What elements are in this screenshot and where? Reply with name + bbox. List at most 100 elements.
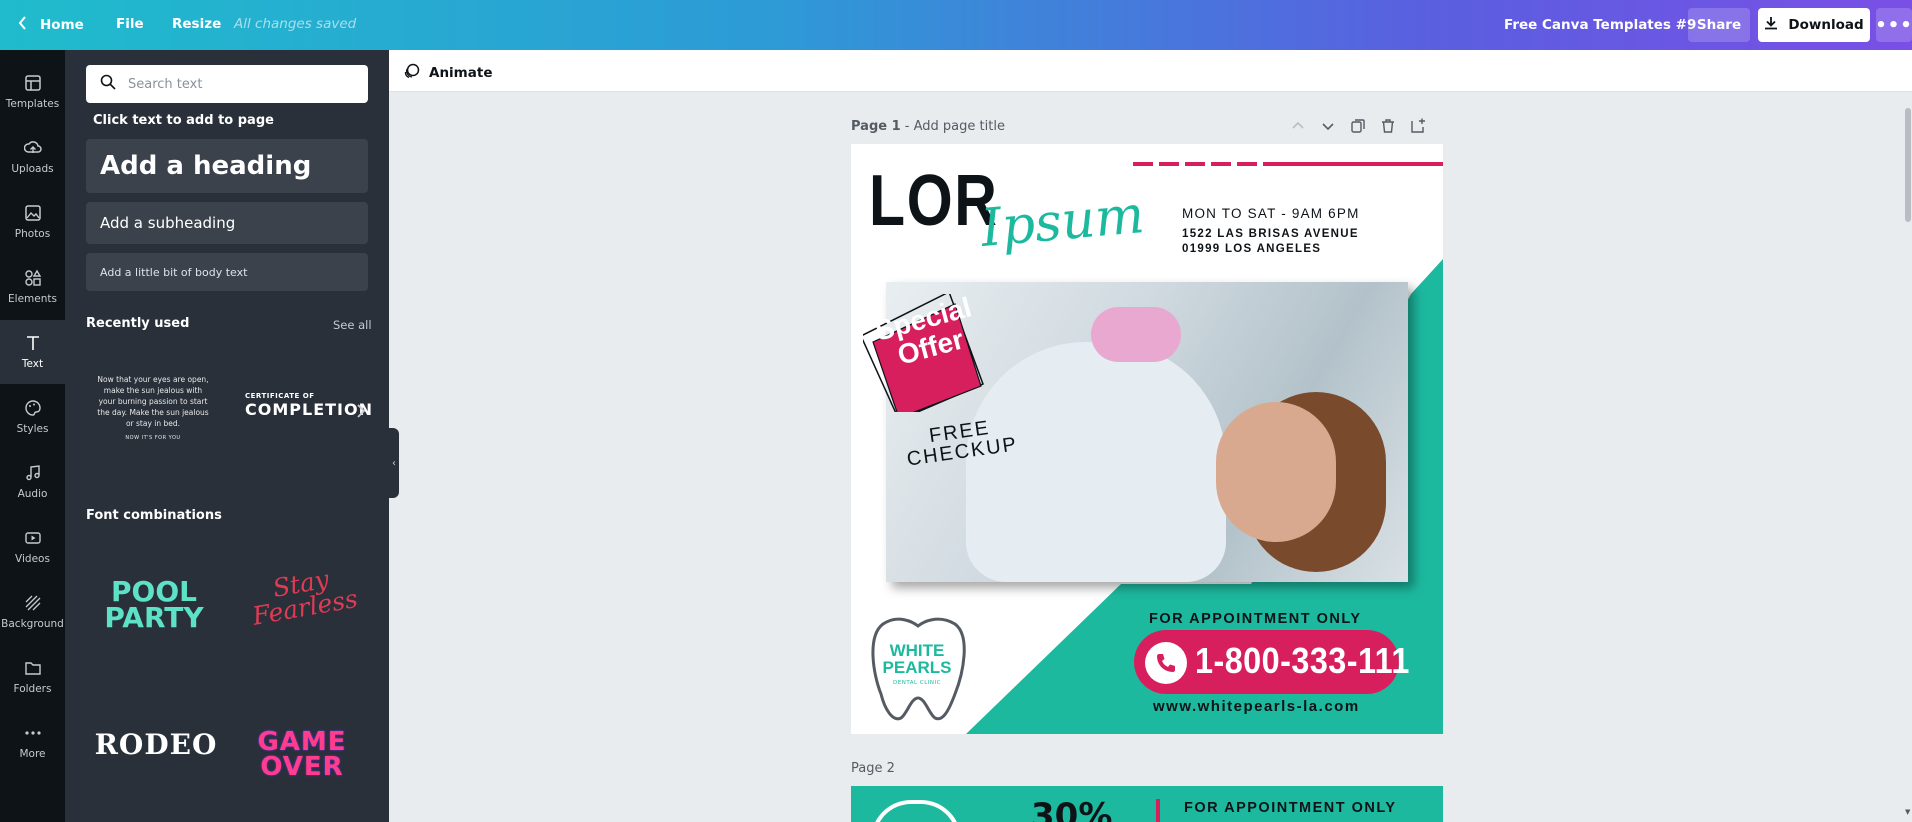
left-nav-rail: Templates Uploads Photos Elements Text S… xyxy=(0,50,65,822)
video-icon xyxy=(24,532,41,544)
file-menu[interactable]: File xyxy=(116,16,144,32)
save-status: All changes saved xyxy=(234,16,357,32)
add-page-title[interactable]: - Add page title xyxy=(905,119,1005,134)
rail-item-uploads[interactable]: Uploads xyxy=(0,125,65,189)
animate-icon xyxy=(403,62,421,84)
photo-dentist-figure xyxy=(966,342,1226,582)
rail-item-background[interactable]: Background xyxy=(0,580,65,644)
rail-label: Templates xyxy=(5,98,60,110)
rail-item-videos[interactable]: Videos xyxy=(0,515,65,579)
rail-label: Videos xyxy=(15,553,50,565)
address-line-1[interactable]: 1522 LAS BRISAS AVENUE xyxy=(1182,228,1359,240)
rail-label: Folders xyxy=(13,683,52,695)
folder-icon xyxy=(24,662,41,675)
rail-label: Photos xyxy=(14,228,51,240)
rail-item-more[interactable]: More xyxy=(0,710,65,774)
decorative-dash xyxy=(1185,162,1205,166)
rail-item-elements[interactable]: Elements xyxy=(0,255,65,319)
rail-label: Styles xyxy=(16,423,49,435)
design-title[interactable]: Free Canva Templates #9 xyxy=(1504,17,1696,33)
rail-label: Background xyxy=(1,618,64,630)
design-page-2[interactable]: 30% FOR APPOINTMENT ONLY xyxy=(851,786,1443,822)
tooth-logo-outline xyxy=(871,800,961,822)
upload-cloud-icon xyxy=(23,141,42,153)
rail-item-text[interactable]: Text xyxy=(0,320,65,384)
page2-divider xyxy=(1156,799,1160,822)
rail-label: More xyxy=(19,748,46,760)
chevron-left-icon xyxy=(18,15,28,34)
trash-icon[interactable] xyxy=(1380,118,1396,134)
appointment-text[interactable]: FOR APPOINTMENT ONLY xyxy=(1149,611,1362,627)
font-combo-game-over[interactable]: GAME OVER xyxy=(243,729,361,780)
duplicate-page-icon[interactable] xyxy=(1350,118,1366,134)
vertical-scrollbar[interactable] xyxy=(1905,108,1911,222)
rail-item-styles[interactable]: Styles xyxy=(0,385,65,449)
recently-used-heading: Recently used xyxy=(86,316,190,331)
font-combo-rodeo[interactable]: RODEO xyxy=(93,728,219,761)
chevron-up-icon[interactable] xyxy=(1290,118,1306,134)
image-icon xyxy=(24,205,41,221)
recent-text-template-1[interactable]: Now that your eyes are open, make the su… xyxy=(95,375,211,457)
recent-text-template-2[interactable]: CERTIFICATE OF COMPLETION xyxy=(245,392,372,432)
templates-icon xyxy=(24,75,41,91)
search-placeholder: Search text xyxy=(128,76,203,92)
rail-item-folders[interactable]: Folders xyxy=(0,645,65,709)
page-tools xyxy=(1290,118,1426,134)
chevron-down-icon[interactable] xyxy=(1320,118,1336,134)
decorative-dash xyxy=(1211,162,1231,166)
website-url[interactable]: www.whitepearls-la.com xyxy=(1153,698,1360,715)
hatch-icon xyxy=(25,595,40,611)
add-page-icon[interactable] xyxy=(1410,118,1426,134)
page2-appointment-text[interactable]: FOR APPOINTMENT ONLY xyxy=(1184,800,1397,816)
add-body-text-button[interactable]: Add a little bit of body text xyxy=(86,253,368,291)
add-heading-button[interactable]: Add a heading xyxy=(86,139,368,193)
rail-item-audio[interactable]: Audio xyxy=(0,450,65,514)
share-button[interactable]: Share xyxy=(1688,8,1750,42)
decorative-line xyxy=(1263,162,1443,166)
page-1-header: Page 1 - Add page title xyxy=(851,119,1005,134)
text-panel: Search text Click text to add to page Ad… xyxy=(65,50,389,822)
chevron-left-icon: ‹ xyxy=(392,457,396,469)
photo-patient-face xyxy=(1216,402,1336,542)
logo-text: WHITE PEARLS xyxy=(882,641,952,677)
animate-label: Animate xyxy=(429,65,493,81)
opening-hours[interactable]: MON TO SAT - 9AM 6PM xyxy=(1182,206,1360,221)
rail-label: Audio xyxy=(17,488,48,500)
rail-item-photos[interactable]: Photos xyxy=(0,190,65,254)
download-icon xyxy=(1764,16,1778,34)
chevron-right-icon[interactable] xyxy=(356,403,366,423)
phone-number[interactable]: 1-800-333-111 xyxy=(1195,640,1410,682)
address-line-2[interactable]: 01999 LOS ANGELES xyxy=(1182,243,1321,255)
font-combo-stay-fearless[interactable]: Stay Fearless xyxy=(242,562,364,631)
rail-label: Uploads xyxy=(11,163,54,175)
text-t-icon xyxy=(26,336,39,350)
top-bar: Home File Resize All changes saved Free … xyxy=(0,0,1912,50)
shapes-icon xyxy=(24,269,41,286)
scroll-down-arrow-icon[interactable]: ▼ xyxy=(1905,808,1910,816)
see-all-link[interactable]: See all xyxy=(333,318,372,332)
page-2-label: Page 2 xyxy=(851,761,895,776)
page2-percent[interactable]: 30% xyxy=(1031,796,1112,822)
font-combo-pool-party[interactable]: POOL PARTY xyxy=(91,578,217,631)
music-note-icon xyxy=(25,465,40,481)
context-toolbar: Animate xyxy=(389,50,1912,92)
resize-menu[interactable]: Resize xyxy=(172,16,221,32)
home-button[interactable]: Home xyxy=(18,15,84,34)
design-page-1[interactable]: LOR Ipsum MON TO SAT - 9AM 6PM 1522 LAS … xyxy=(851,144,1443,734)
rail-item-templates[interactable]: Templates xyxy=(0,60,65,124)
rail-label: Text xyxy=(21,358,44,370)
more-dots-icon: ••• xyxy=(1875,14,1912,36)
more-options-button[interactable]: ••• xyxy=(1875,8,1912,42)
page-1-label: Page 1 xyxy=(851,119,901,134)
click-text-hint: Click text to add to page xyxy=(93,113,274,128)
share-label: Share xyxy=(1696,17,1742,33)
home-label: Home xyxy=(40,16,84,33)
download-button[interactable]: Download xyxy=(1758,8,1870,42)
recent-1-footer: NOW IT'S FOR YOU xyxy=(125,435,181,442)
add-subheading-button[interactable]: Add a subheading xyxy=(86,202,368,244)
collapse-panel-handle[interactable]: ‹ xyxy=(389,428,399,498)
animate-button[interactable]: Animate xyxy=(403,62,492,84)
search-field[interactable]: Search text xyxy=(86,65,368,103)
photo-mask xyxy=(1091,307,1181,362)
recent-1-body: Now that your eyes are open, make the su… xyxy=(97,375,209,428)
